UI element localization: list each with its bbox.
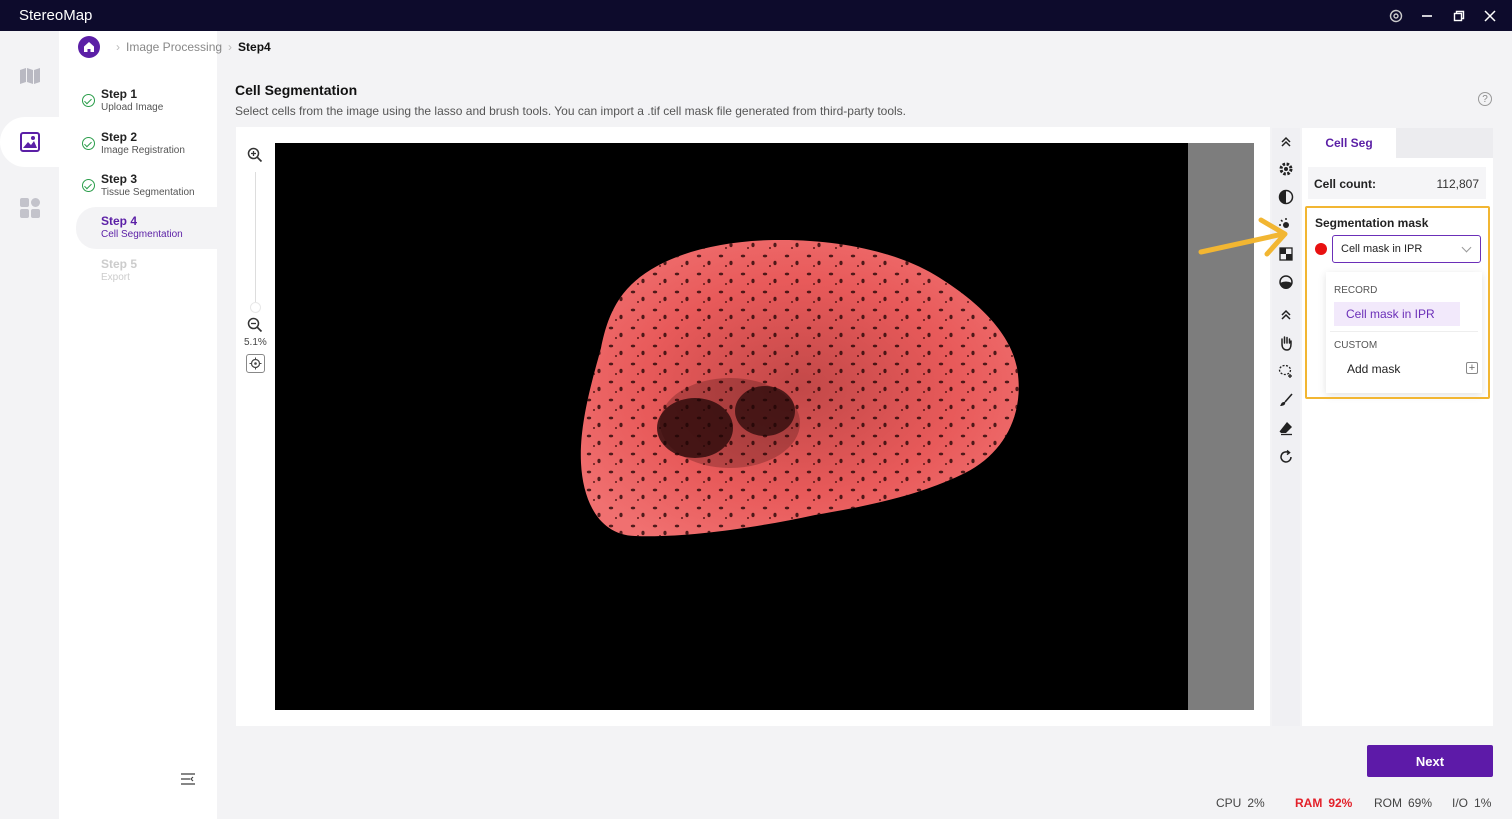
rom-label: ROM xyxy=(1374,796,1402,810)
zoom-level: 5.1% xyxy=(244,337,267,348)
close-icon[interactable] xyxy=(1480,6,1500,26)
tissue-image xyxy=(580,239,1019,537)
check-circle-icon xyxy=(82,94,95,107)
step-2[interactable]: Step 2 Image Registration xyxy=(76,123,217,165)
help-icon[interactable]: ? xyxy=(1478,92,1492,106)
zoom-out-icon[interactable] xyxy=(247,317,263,338)
left-rail xyxy=(0,31,59,819)
chevron-right-icon: › xyxy=(116,40,120,54)
step-title: Step 3 xyxy=(101,172,138,186)
app-title: StereoMap xyxy=(19,7,93,24)
rom-value: 69% xyxy=(1408,796,1433,810)
image-icon xyxy=(19,132,40,152)
step-subtitle: Tissue Segmentation xyxy=(101,187,195,198)
rail-item-image-processing[interactable] xyxy=(0,117,59,167)
cpu-value: 2% xyxy=(1247,796,1265,810)
cpu-label: CPU xyxy=(1216,796,1242,810)
step-title: Step 1 xyxy=(101,87,138,101)
tab-cell-seg[interactable]: Cell Seg xyxy=(1302,128,1396,158)
annotation-arrow-icon xyxy=(1198,217,1288,257)
check-circle-icon xyxy=(82,179,95,192)
step-1[interactable]: Step 1 Upload Image xyxy=(76,80,217,122)
zoom-slider-handle[interactable] xyxy=(250,302,261,313)
io-value: 1% xyxy=(1474,796,1492,810)
step-5: Step 5 Export xyxy=(76,250,217,292)
apps-icon xyxy=(19,198,40,218)
fit-view-icon[interactable] xyxy=(246,354,265,373)
step-subtitle: Upload Image xyxy=(101,102,164,113)
rail-item-map[interactable] xyxy=(0,51,59,101)
step-subtitle: Export xyxy=(101,272,130,283)
restore-icon[interactable] xyxy=(1449,6,1469,26)
io-label: I/O xyxy=(1452,796,1469,810)
ram-status: RAM 92% xyxy=(1295,796,1352,810)
cell-count-value: 112,807 xyxy=(1436,177,1480,191)
eraser-icon[interactable] xyxy=(1276,418,1296,438)
map-icon xyxy=(19,68,40,84)
step-title: Step 2 xyxy=(101,130,138,144)
breadcrumb-parent[interactable]: Image Processing xyxy=(126,40,222,54)
collapse-menu-icon[interactable] xyxy=(180,772,196,791)
page-description: Select cells from the image using the la… xyxy=(235,104,906,118)
home-icon[interactable] xyxy=(78,36,100,58)
step-title: Step 5 xyxy=(101,257,138,271)
minimize-icon[interactable] xyxy=(1417,6,1437,26)
cell-count-row: Cell count: 112,807 xyxy=(1308,167,1486,199)
settings-gear-icon[interactable] xyxy=(1276,159,1296,179)
image-canvas[interactable] xyxy=(275,143,1254,710)
ram-label: RAM xyxy=(1295,796,1323,810)
step-3[interactable]: Step 3 Tissue Segmentation xyxy=(76,165,217,207)
annotation-highlight-box xyxy=(1305,206,1490,399)
zoom-in-icon[interactable] xyxy=(247,147,263,168)
rail-item-apps[interactable] xyxy=(0,183,59,233)
title-bar: StereoMap xyxy=(0,0,1512,31)
next-button[interactable]: Next xyxy=(1367,745,1493,777)
contrast-icon[interactable] xyxy=(1276,187,1296,207)
breadcrumb: › Image Processing › Step4 xyxy=(78,36,271,58)
breadcrumb-current: Step4 xyxy=(238,40,271,54)
step-subtitle: Cell Segmentation xyxy=(101,229,183,240)
collapse-up-icon[interactable] xyxy=(1276,132,1296,152)
collapse-up-icon[interactable] xyxy=(1276,305,1296,325)
opacity-icon[interactable] xyxy=(1276,272,1296,292)
step-title: Step 4 xyxy=(101,214,138,228)
rom-status: ROM 69% xyxy=(1374,796,1432,810)
chevron-right-icon: › xyxy=(228,40,233,54)
page-title: Cell Segmentation xyxy=(235,82,358,98)
cpu-status: CPU 2% xyxy=(1216,796,1265,810)
io-status: I/O 1% xyxy=(1452,796,1491,810)
brush-icon[interactable] xyxy=(1276,390,1296,410)
zoom-slider[interactable] xyxy=(255,172,256,307)
reset-icon[interactable] xyxy=(1276,447,1296,467)
step-4[interactable]: Step 4 Cell Segmentation xyxy=(76,207,217,249)
check-circle-icon xyxy=(82,137,95,150)
hand-pan-icon[interactable] xyxy=(1276,333,1296,353)
step-subtitle: Image Registration xyxy=(101,145,185,156)
cell-count-label: Cell count: xyxy=(1314,177,1376,191)
settings-icon[interactable] xyxy=(1386,6,1406,26)
lasso-add-icon[interactable] xyxy=(1276,361,1296,381)
ram-value: 92% xyxy=(1328,796,1353,810)
